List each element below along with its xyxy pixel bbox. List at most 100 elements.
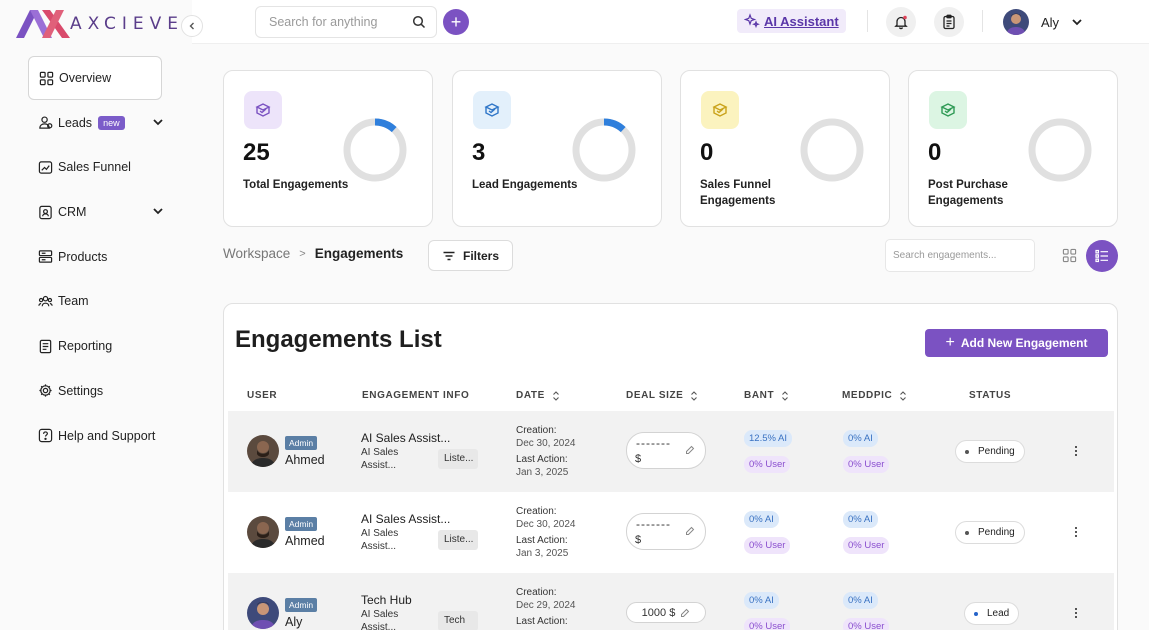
brand-logo[interactable]: AXCIEVE xyxy=(16,8,184,40)
sidebar-item-label: Team xyxy=(58,294,89,309)
chevron-down-icon[interactable] xyxy=(152,116,164,128)
sidebar-item-leads[interactable]: Leads new xyxy=(28,101,178,145)
list-view-button[interactable] xyxy=(1086,240,1118,272)
divider xyxy=(867,10,868,32)
user-name: Ahmed xyxy=(285,534,325,548)
status-badge[interactable]: Pending xyxy=(955,440,1025,463)
engagement-subtitle: AI Sales Assist... xyxy=(361,447,399,471)
stat-card-total[interactable]: 25 Total Engagements xyxy=(223,70,433,227)
sidebar-item-label: Leads xyxy=(58,115,93,130)
engagement-icon xyxy=(244,91,282,129)
stat-value: 25 xyxy=(243,139,270,166)
column-header-bant[interactable]: BANT xyxy=(744,390,789,401)
bell-icon xyxy=(894,15,908,30)
chevron-down-icon[interactable] xyxy=(152,205,164,217)
people-icon xyxy=(38,115,53,130)
stat-value: 0 xyxy=(700,139,714,166)
bant-ai-chip: 0% AI xyxy=(744,511,779,528)
notifications-button[interactable] xyxy=(886,7,916,37)
sidebar-item-label: CRM xyxy=(58,205,87,220)
engagement-title: AI Sales Assist... xyxy=(361,512,451,526)
quick-add-button[interactable]: + xyxy=(443,9,469,35)
more-options-icon[interactable] xyxy=(1074,445,1078,457)
engagement-icon xyxy=(701,91,739,129)
sidebar-item-label: Overview xyxy=(59,71,112,85)
sidebar-item-crm[interactable]: CRM xyxy=(28,190,178,234)
stat-donut xyxy=(800,118,864,182)
sidebar-item-sales-funnel[interactable]: Sales Funnel xyxy=(28,145,178,189)
donut-track xyxy=(800,118,864,182)
table-row[interactable]: Admin Ahmed AI Sales Assist... AI Sales … xyxy=(228,492,1114,573)
sidebar-item-team[interactable]: Team xyxy=(28,279,178,323)
breadcrumb-root[interactable]: Workspace xyxy=(223,246,290,261)
stat-card-lead[interactable]: 3 Lead Engagements xyxy=(452,70,662,227)
search-icon[interactable] xyxy=(412,15,426,29)
server-icon xyxy=(38,249,53,264)
sidebar-item-settings[interactable]: Settings xyxy=(28,369,178,413)
clipboard-icon xyxy=(943,14,955,30)
status-dot xyxy=(965,530,969,535)
column-header-engagement-info: ENGAGEMENT INFO xyxy=(362,390,470,401)
edit-icon[interactable] xyxy=(685,526,695,536)
deal-size-field[interactable]: ------- $ xyxy=(626,513,706,550)
plus-icon: + xyxy=(945,334,955,351)
status-badge[interactable]: Lead xyxy=(964,602,1020,625)
table-row[interactable]: Admin Ahmed AI Sales Assist... AI Sales … xyxy=(228,411,1114,492)
ai-assistant-button[interactable]: AI Assistant xyxy=(737,9,846,33)
tasks-button[interactable] xyxy=(934,7,964,37)
edit-icon[interactable] xyxy=(685,445,695,455)
deal-size-field[interactable]: 1000 $ xyxy=(626,602,706,623)
sidebar-collapse-button[interactable] xyxy=(181,15,203,37)
status-badge[interactable]: Pending xyxy=(955,521,1025,544)
chevron-left-icon xyxy=(189,22,194,30)
stat-card-post-purchase[interactable]: 0 Post Purchase Engagements xyxy=(908,70,1118,227)
add-engagement-label: Add New Engagement xyxy=(960,336,1088,350)
user-menu[interactable]: Aly xyxy=(1003,9,1083,35)
filters-button[interactable]: Filters xyxy=(428,240,513,271)
creation-label: Creation: xyxy=(516,425,557,436)
deal-size-field[interactable]: ------- $ xyxy=(626,432,706,469)
grid-view-icon[interactable] xyxy=(1062,248,1077,263)
table-row[interactable]: Admin Aly Tech Hub AI Sales Assist... Te… xyxy=(228,573,1114,630)
user-avatar xyxy=(1003,9,1029,35)
sidebar-item-reporting[interactable]: Reporting xyxy=(28,324,178,368)
meddpic-user-chip: 0% User xyxy=(843,618,890,630)
deal-amount: 1000 $ xyxy=(641,606,676,619)
global-search xyxy=(255,6,437,38)
engagement-search-input[interactable] xyxy=(886,240,1026,271)
engagement-subtitle: AI Sales Assist... xyxy=(361,528,399,552)
column-header-deal-size[interactable]: DEAL SIZE xyxy=(626,390,698,401)
meddpic-user-chip: 0% User xyxy=(843,456,890,473)
stat-value: 0 xyxy=(928,139,942,166)
more-options-icon[interactable] xyxy=(1074,607,1078,619)
stat-card-sales-funnel[interactable]: 0 Sales Funnel Engagements xyxy=(680,70,890,227)
sort-icon xyxy=(782,390,789,401)
sidebar: AXCIEVE Overview Leads new Sales Funnel xyxy=(0,0,192,630)
column-header-date[interactable]: DATE xyxy=(516,390,560,401)
edit-icon[interactable] xyxy=(680,608,690,618)
column-header-status: STATUS xyxy=(969,390,1012,401)
bant-user-chip: 0% User xyxy=(744,618,791,630)
search-input[interactable] xyxy=(256,7,406,37)
deal-placeholder: ------- xyxy=(636,517,671,531)
last-action-date: Jan 3, 2025 xyxy=(516,467,569,478)
donut-track xyxy=(572,118,636,182)
filter-icon xyxy=(443,251,455,260)
sidebar-item-overview[interactable]: Overview xyxy=(28,56,162,100)
role-badge: Admin xyxy=(285,517,318,531)
stat-donut xyxy=(343,118,407,182)
creation-date: Dec 30, 2024 xyxy=(516,438,576,449)
user-name: Ahmed xyxy=(285,453,325,467)
filters-label: Filters xyxy=(462,248,499,263)
add-engagement-button[interactable]: + Add New Engagement xyxy=(925,329,1108,357)
sidebar-item-products[interactable]: Products xyxy=(28,235,178,279)
user-avatar xyxy=(247,435,279,467)
more-options-icon[interactable] xyxy=(1074,526,1078,538)
sidebar-item-help[interactable]: Help and Support xyxy=(28,414,178,458)
engagement-subtitle: AI Sales Assist... xyxy=(361,609,399,630)
bant-ai-chip: 12.5% AI xyxy=(744,430,793,447)
column-header-meddpic[interactable]: MEDDPIC xyxy=(842,390,907,401)
last-action-label: Last Action: xyxy=(516,535,568,546)
help-icon xyxy=(38,428,53,443)
stat-label: Sales Funnel Engagements xyxy=(700,179,776,207)
